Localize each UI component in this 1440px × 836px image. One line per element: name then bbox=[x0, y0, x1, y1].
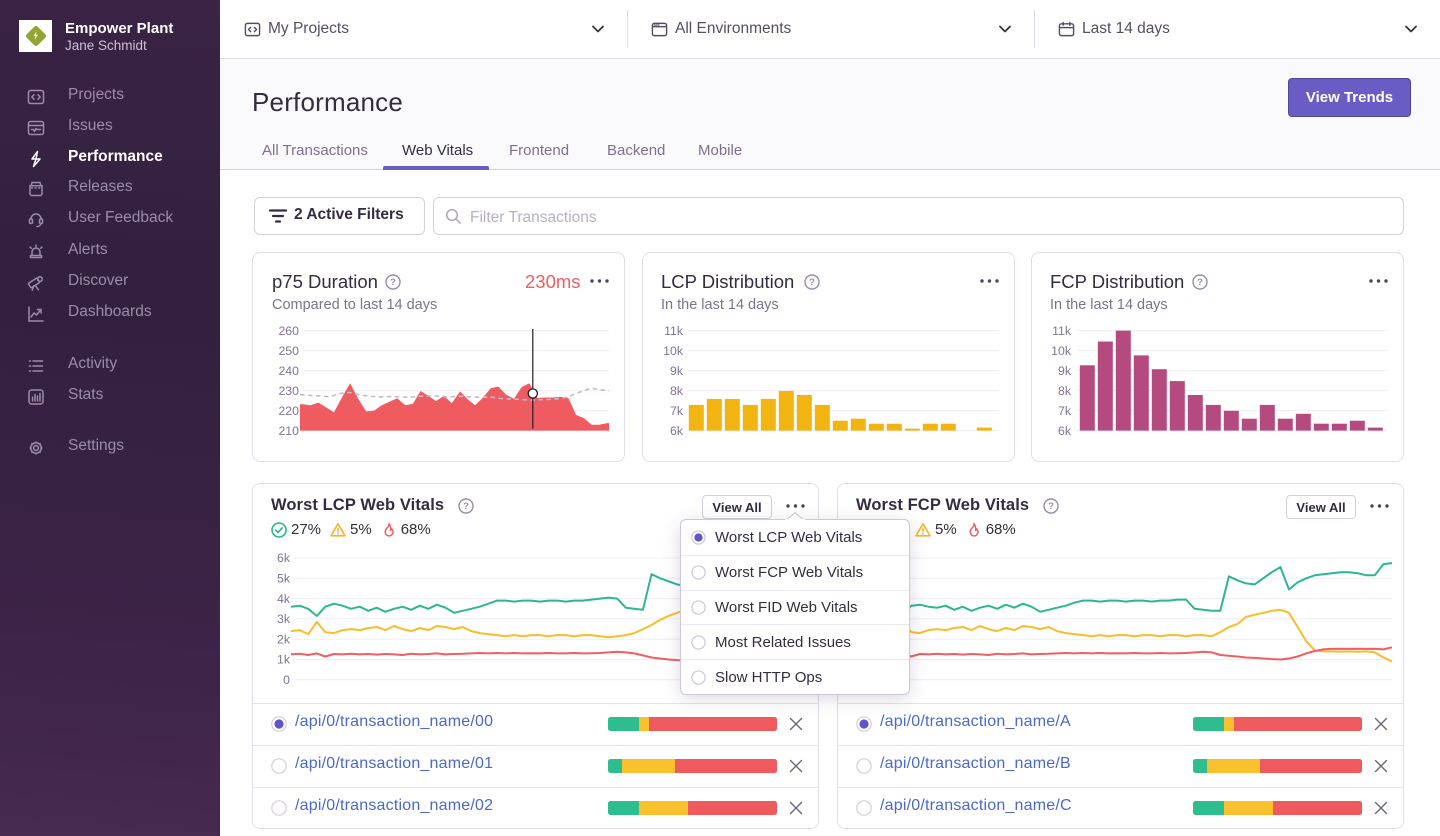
svg-text:210: 210 bbox=[278, 424, 299, 438]
svg-text:250: 250 bbox=[278, 344, 299, 358]
svg-text:3k: 3k bbox=[277, 612, 291, 626]
svg-text:11k: 11k bbox=[664, 324, 684, 338]
svg-text:1k: 1k bbox=[277, 653, 291, 667]
svg-text:4k: 4k bbox=[277, 592, 291, 606]
svg-text:5k: 5k bbox=[277, 572, 291, 586]
svg-text:6k: 6k bbox=[670, 424, 684, 438]
svg-text:7k: 7k bbox=[670, 404, 684, 418]
svg-text:10k: 10k bbox=[1051, 344, 1072, 358]
svg-text:8k: 8k bbox=[670, 384, 684, 398]
svg-text:9k: 9k bbox=[1058, 364, 1072, 378]
svg-text:0: 0 bbox=[283, 673, 290, 687]
svg-text:260: 260 bbox=[278, 324, 299, 338]
svg-text:6k: 6k bbox=[1058, 424, 1072, 438]
svg-text:240: 240 bbox=[278, 364, 299, 378]
svg-text:220: 220 bbox=[278, 404, 299, 418]
svg-text:11k: 11k bbox=[1052, 324, 1072, 338]
svg-text:9k: 9k bbox=[670, 364, 684, 378]
svg-text:10k: 10k bbox=[663, 344, 684, 358]
svg-text:6k: 6k bbox=[277, 551, 291, 565]
svg-text:7k: 7k bbox=[1058, 404, 1072, 418]
svg-text:230: 230 bbox=[278, 384, 299, 398]
svg-text:8k: 8k bbox=[1058, 384, 1072, 398]
svg-text:2k: 2k bbox=[277, 632, 291, 646]
